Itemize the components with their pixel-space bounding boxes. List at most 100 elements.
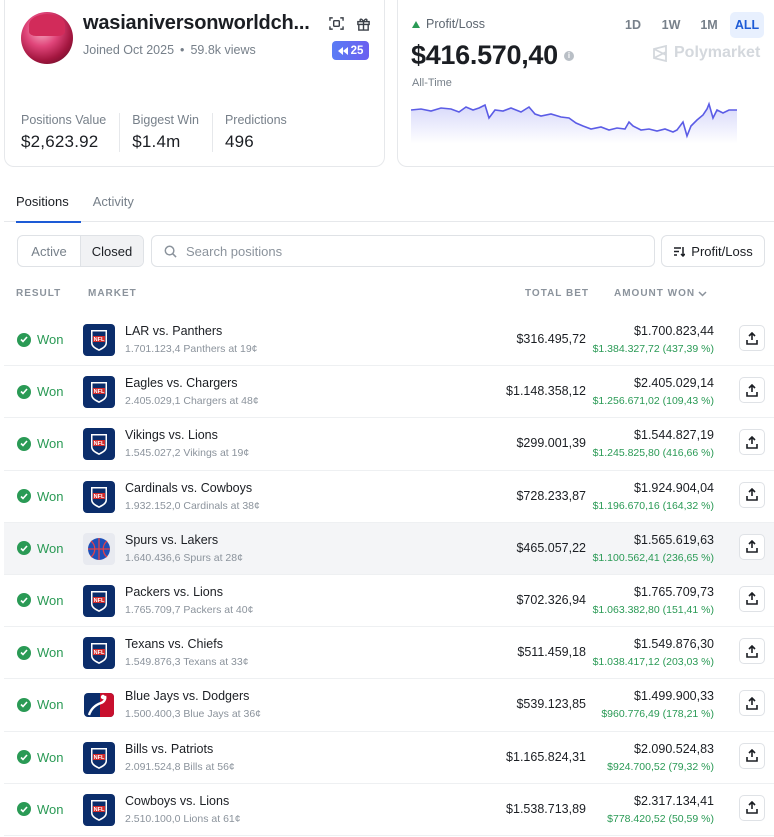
share-icon	[746, 696, 758, 710]
table-row[interactable]: Won NFL Cowboys vs. Lions 2.510.100,0 Lions…	[4, 784, 774, 836]
table-row[interactable]: Won NFL Bills vs. Patriots 2.091.524,8 Bill…	[4, 732, 774, 784]
table-row[interactable]: Won NFL Texans vs. Chiefs 1.549.876,3 Texan…	[4, 627, 774, 680]
result-cell: Won	[17, 384, 64, 399]
profit-gain: $778.420,52 (50,59 %)	[607, 812, 714, 825]
tab-bar: Positions Activity	[4, 186, 774, 223]
header-amount-won[interactable]: AMOUNT WON	[614, 288, 707, 299]
avatar[interactable]	[21, 12, 73, 64]
table-row[interactable]: Won NFL LAR vs. Panthers 1.701.123,4 Panthe…	[4, 314, 774, 367]
toggle-active[interactable]: Active	[18, 236, 80, 266]
total-bet: $465.057,22	[516, 540, 586, 555]
table-row[interactable]: Won NFL Cardinals vs. Cowboys 1.932.152,0 C…	[4, 471, 774, 523]
market-title[interactable]: Vikings vs. Lions	[125, 428, 218, 442]
mlb-logo-icon	[83, 689, 115, 722]
range-1m[interactable]: 1M	[692, 12, 726, 38]
amount-won: $1.924.904,04	[634, 480, 714, 495]
range-all[interactable]: ALL	[730, 12, 764, 38]
nfl-logo-icon: NFL	[83, 584, 115, 617]
market-position: 2.510.100,0 Lions at 61¢	[125, 812, 241, 825]
market-title[interactable]: LAR vs. Panthers	[125, 324, 222, 338]
share-button[interactable]	[739, 377, 765, 404]
profit-gain: $1.038.417,12 (203,03 %)	[592, 656, 714, 669]
range-1w[interactable]: 1W	[654, 12, 688, 38]
market-title[interactable]: Bills vs. Patriots	[125, 742, 213, 756]
share-button[interactable]	[739, 429, 765, 456]
svg-text:NFL: NFL	[94, 650, 105, 656]
svg-text:NFL: NFL	[94, 755, 105, 761]
header-total-bet[interactable]: TOTAL BET	[525, 288, 589, 299]
table-row[interactable]: Won Spurs vs. Lakers 1.640.436,6 Spurs at …	[4, 522, 774, 575]
level-badge[interactable]: 25	[332, 41, 369, 60]
check-circle-icon	[17, 332, 31, 347]
market-position: 1.932.152,0 Cardinals at 38¢	[125, 499, 260, 512]
result-label: Won	[37, 436, 64, 452]
check-circle-icon	[17, 697, 31, 712]
table-row[interactable]: Won Blue Jays vs. Dodgers 1.500.400,3 Blue…	[4, 679, 774, 732]
joined-date: Joined Oct 2025	[83, 43, 175, 57]
result-label: Won	[37, 540, 64, 556]
nfl-logo-icon: NFL	[83, 793, 115, 826]
market-position: 1.765.709,7 Packers at 40¢	[125, 603, 254, 616]
toggle-closed[interactable]: Closed	[80, 236, 143, 266]
amount-won: $2.090.524,83	[634, 741, 714, 756]
total-bet: $299.001,39	[516, 436, 586, 451]
market-title[interactable]: Blue Jays vs. Dodgers	[125, 689, 249, 703]
stat-value: $2,623.92	[21, 132, 99, 151]
amount-won: $1.499.900,33	[634, 689, 714, 704]
result-label: Won	[37, 645, 64, 661]
view-count: 59.8k views	[190, 43, 256, 57]
search-input[interactable]	[186, 243, 626, 259]
share-button[interactable]	[739, 794, 765, 821]
share-button[interactable]	[739, 585, 765, 612]
share-button[interactable]	[739, 533, 765, 560]
nfl-logo-icon: NFL	[83, 324, 115, 356]
info-icon[interactable]: i	[563, 50, 574, 61]
range-1d[interactable]: 1D	[616, 12, 650, 38]
tab-positions[interactable]: Positions	[4, 186, 81, 223]
total-bet: $728.233,87	[516, 488, 586, 503]
table-row[interactable]: Won NFL Vikings vs. Lions 1.545.027,2 Vikin…	[4, 418, 774, 471]
amount-won: $1.549.876,30	[634, 637, 714, 652]
result-cell: Won	[17, 593, 64, 608]
positions-table: Won NFL LAR vs. Panthers 1.701.123,4 Panthe…	[4, 314, 774, 836]
tab-activity[interactable]: Activity	[81, 186, 146, 222]
share-button[interactable]	[739, 742, 765, 769]
profit-gain: $1.245.825,80 (416,66 %)	[592, 447, 714, 460]
profile-actions	[329, 16, 371, 31]
share-button[interactable]	[739, 690, 765, 717]
stat-predictions: Predictions 496	[225, 113, 300, 152]
market-title[interactable]: Texans vs. Chiefs	[125, 637, 223, 651]
check-circle-icon	[17, 489, 31, 504]
share-icon	[746, 644, 758, 658]
profit-gain: $1.256.671,02 (109,43 %)	[592, 395, 714, 408]
result-cell: Won	[17, 332, 64, 347]
gift-icon[interactable]	[356, 16, 371, 31]
share-button[interactable]	[739, 638, 765, 665]
pnl-chart[interactable]	[411, 96, 737, 144]
share-button[interactable]	[739, 325, 765, 351]
pnl-label: Profit/Loss	[412, 17, 485, 31]
market-position: 1.640.436,6 Spurs at 28¢	[125, 551, 243, 564]
nba-logo-icon	[83, 532, 115, 565]
share-button[interactable]	[739, 481, 765, 508]
result-label: Won	[37, 384, 64, 400]
result-cell: Won	[17, 489, 64, 504]
sort-icon	[674, 246, 686, 257]
check-circle-icon	[17, 541, 31, 556]
table-row[interactable]: Won NFL Eagles vs. Chargers 2.405.029,1 Cha…	[4, 366, 774, 419]
market-title[interactable]: Cardinals vs. Cowboys	[125, 481, 252, 495]
up-arrow-icon	[412, 20, 420, 28]
total-bet: $511.459,18	[517, 645, 586, 660]
sort-button[interactable]: Profit/Loss	[661, 235, 765, 267]
polymarket-watermark: Polymarket	[652, 44, 760, 62]
table-row[interactable]: Won NFL Packers vs. Lions 1.765.709,7 Packe…	[4, 575, 774, 628]
stat-label: Positions Value	[21, 113, 107, 127]
market-title[interactable]: Eagles vs. Chargers	[125, 376, 238, 390]
qr-scan-icon[interactable]	[329, 16, 344, 31]
result-cell: Won	[17, 541, 64, 556]
sort-label: Profit/Loss	[691, 243, 753, 259]
market-title[interactable]: Cowboys vs. Lions	[125, 794, 229, 808]
market-title[interactable]: Spurs vs. Lakers	[125, 533, 218, 547]
share-icon	[746, 488, 758, 501]
market-title[interactable]: Packers vs. Lions	[125, 585, 223, 599]
